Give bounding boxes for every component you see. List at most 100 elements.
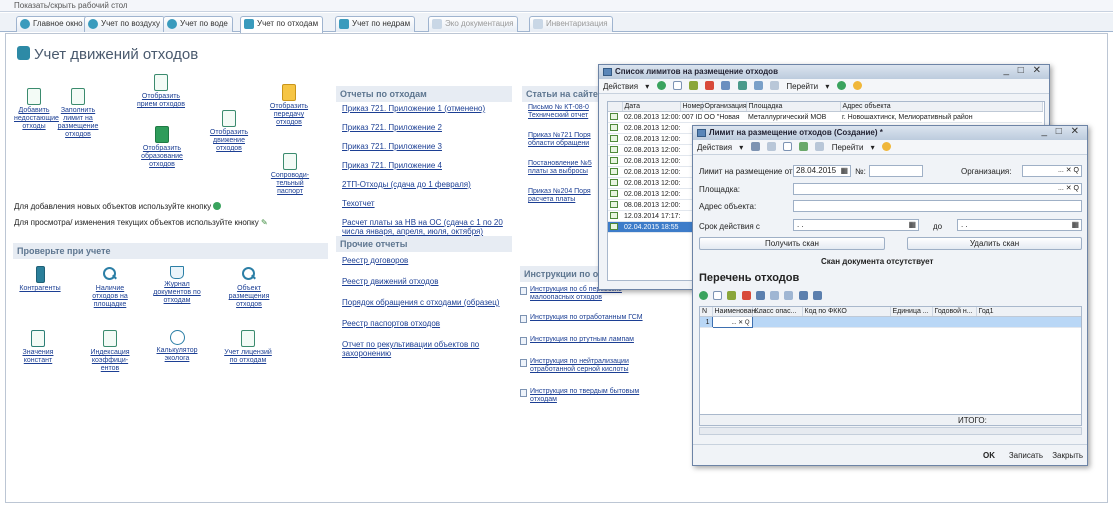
save-button[interactable]: Записать	[1009, 451, 1043, 460]
term-to-field[interactable]: . . ▦	[957, 219, 1082, 231]
calendar-icon[interactable]: ▦	[840, 166, 848, 175]
report-link[interactable]: Приказ 721. Приложение 2	[342, 123, 514, 132]
sort-asc-icon[interactable]	[798, 291, 808, 300]
table-cell[interactable]: ОО "Новая	[702, 111, 746, 123]
disposal-object-button[interactable]: Объект размещения отходов	[226, 266, 272, 309]
other-report-link[interactable]: Отчет по рекультивации объектов по захор…	[342, 340, 514, 358]
instruction-item[interactable]: Инструкция по твердым бытовым отходам	[520, 388, 662, 404]
report-link[interactable]: Приказ 721. Приложение 4	[342, 161, 514, 170]
organization-field[interactable]: ... ✕ Q	[1022, 165, 1082, 177]
goto-menu[interactable]: Перейти ▾	[786, 82, 829, 91]
show-formation-button[interactable]: Отобразить образование отходов	[138, 126, 186, 169]
ok-button[interactable]: OK	[983, 451, 995, 460]
article-link[interactable]: Письмо № КТ-08-0 Технический отчет	[528, 104, 600, 120]
instruction-item[interactable]: Инструкция по отработанным ГСМ	[520, 314, 662, 323]
indexation-button[interactable]: Индексация коэффици-ентов	[88, 330, 132, 373]
document-icon[interactable]	[608, 188, 622, 200]
other-report-link[interactable]: Реестр договоров	[342, 256, 514, 265]
table-cell[interactable]	[890, 316, 932, 328]
desktop-toggle-label[interactable]: Показать/скрыть рабочий стол	[14, 1, 128, 10]
fill-limit-button[interactable]: Заполнить лимит на размещение отходов	[56, 88, 100, 139]
report-link[interactable]: 2ТП-Отходы (сдача до 1 февраля)	[342, 180, 514, 189]
refresh-icon[interactable]	[836, 81, 846, 90]
add-icon[interactable]	[656, 81, 666, 90]
help-icon[interactable]	[852, 81, 862, 90]
find-icon[interactable]	[737, 81, 747, 90]
document-icon[interactable]	[608, 166, 622, 178]
name-cell-editor[interactable]: ... ✕ Q	[711, 316, 753, 328]
select-clear-icon[interactable]: ... ✕ Q	[1058, 184, 1079, 192]
add-waste-button[interactable]: Добавить недостающие отходы	[14, 88, 59, 131]
calendar-icon[interactable]: ▦	[908, 220, 916, 229]
column-header[interactable]: Дата	[622, 102, 681, 112]
tab-inventory[interactable]: Инвентаризация	[529, 16, 613, 32]
article-link[interactable]: Приказ №721 Поря области обращени	[528, 132, 600, 148]
document-icon[interactable]	[608, 122, 622, 134]
other-report-link[interactable]: Порядок обращения с отходами (образец)	[342, 298, 514, 307]
table-cell[interactable]: 007 ID	[680, 111, 702, 123]
table-cell[interactable]: 02.08.2013 12:00:	[622, 111, 680, 123]
column-header[interactable]: Площадка	[746, 102, 841, 112]
counterparties-button[interactable]: Контрагенты	[18, 266, 62, 293]
table-cell[interactable]: 02.04.2015 18:55	[622, 221, 680, 233]
column-header[interactable]: Наименован...	[712, 307, 761, 317]
report-link[interactable]: Техотчет	[342, 199, 514, 208]
instruction-link[interactable]: Инструкция по твердым бытовым отходам	[530, 388, 639, 403]
report-link[interactable]: Приказ 721. Приложение 1 (отменено)	[342, 104, 514, 113]
table-cell[interactable]: 02.08.2013 12:00:	[622, 177, 680, 189]
document-icon[interactable]	[608, 155, 622, 167]
address-field[interactable]	[793, 200, 1082, 212]
column-header[interactable]: Годовой н...	[932, 307, 977, 317]
select-clear-icon[interactable]: ... ✕ Q	[1058, 166, 1079, 174]
table-cell[interactable]: 12.03.2014 17:17:	[622, 210, 680, 222]
add-icon[interactable]	[699, 291, 708, 300]
document-icon[interactable]	[608, 111, 622, 123]
article-link[interactable]: Приказ №204 Поря расчета платы	[528, 188, 600, 204]
edit-icon[interactable]	[727, 291, 737, 300]
instruction-link[interactable]: Инструкция по ртутным лампам	[530, 336, 634, 343]
save-icon[interactable]	[750, 142, 760, 151]
select-clear-icon[interactable]: ... ✕ Q	[731, 319, 749, 326]
window-controls[interactable]: _ □ ✕	[1003, 65, 1044, 76]
table-cell[interactable]	[802, 316, 890, 328]
term-from-field[interactable]: . . ▦	[793, 219, 919, 231]
column-header[interactable]: Единица ...	[890, 307, 933, 317]
document-icon[interactable]	[608, 199, 622, 211]
number-field[interactable]	[869, 165, 923, 177]
copy-icon[interactable]	[713, 291, 723, 300]
tab-subsoil[interactable]: Учет по недрам	[335, 16, 416, 32]
passport-button[interactable]: Сопроводи-тельный паспорт	[270, 153, 310, 196]
documents-journal-button[interactable]: Журнал документов по отходам	[152, 266, 202, 305]
column-header[interactable]: Код по ФККО	[802, 307, 891, 317]
unpost-icon[interactable]	[815, 142, 825, 151]
table-cell[interactable]: 02.08.2013 12:00:	[622, 133, 680, 145]
window-controls[interactable]: _ □ ✕	[1041, 126, 1082, 137]
show-reception-button[interactable]: Отобразить прием отходов	[136, 74, 186, 109]
goto-menu[interactable]: Перейти ▾	[832, 143, 875, 152]
tab-main-window[interactable]: Главное окно	[16, 16, 88, 32]
delete-scan-button[interactable]: Удалить скан	[907, 237, 1082, 250]
waste-on-site-button[interactable]: Наличие отходов на площадке	[88, 266, 132, 309]
report-link[interactable]: Расчет платы за НВ на ОС (сдача с 1 по 2…	[342, 218, 514, 236]
instruction-link[interactable]: Инструкция по нейтрализации отработанной…	[530, 358, 629, 373]
document-icon[interactable]	[608, 210, 622, 222]
table-row[interactable]: 1 ... ✕ Q	[700, 316, 1081, 328]
document-icon[interactable]	[608, 144, 622, 156]
other-report-link[interactable]: Реестр движений отходов	[342, 277, 514, 286]
table-cell[interactable]	[752, 316, 802, 328]
report-link[interactable]: Приказ 721. Приложение 3	[342, 142, 514, 151]
limit-form-titlebar[interactable]: Лимит на размещение отходов (Создание) *…	[693, 126, 1087, 140]
column-header[interactable]: N	[700, 307, 713, 317]
table-cell[interactable]: 02.08.2013 12:00:	[622, 166, 680, 178]
document-icon[interactable]	[608, 133, 622, 145]
post-icon[interactable]	[799, 142, 809, 151]
edit-icon[interactable]	[689, 81, 699, 90]
column-header[interactable]: Адрес объекта	[840, 102, 1043, 112]
licenses-button[interactable]: Учет лицензий по отходам	[220, 330, 276, 365]
move-up-icon[interactable]	[770, 291, 780, 300]
limit-form-window[interactable]: Лимит на размещение отходов (Создание) *…	[692, 125, 1088, 466]
show-transfer-button[interactable]: Отобразить передачу отходов	[266, 84, 312, 127]
table-cell[interactable]: 02.08.2013 12:00:	[622, 188, 680, 200]
site-field[interactable]: ... ✕ Q	[793, 183, 1082, 195]
table-cell[interactable]: г. Новошахтинск, Мелиоративный район	[840, 111, 1042, 123]
